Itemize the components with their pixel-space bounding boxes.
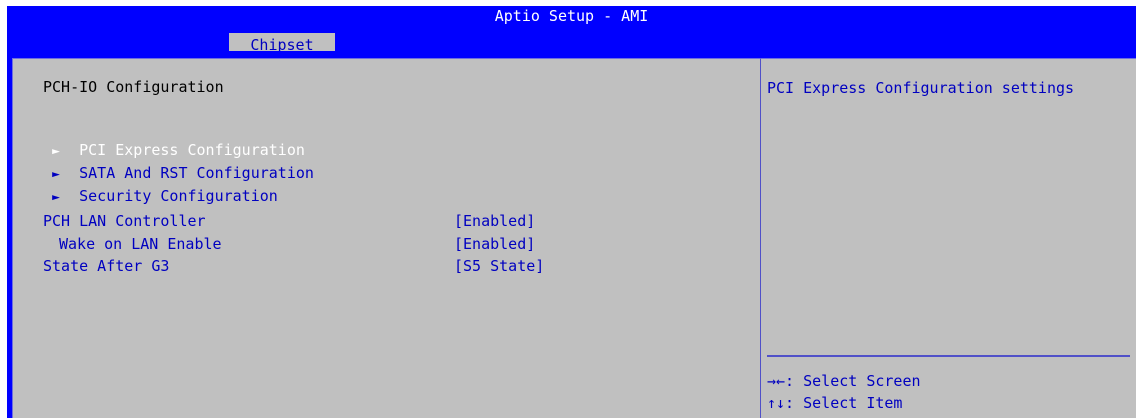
setting-label-state-after-g3: State After G3: [43, 257, 170, 275]
setting-value-wake-on-lan-enable[interactable]: [Enabled]: [454, 234, 535, 254]
app-title: Aptio Setup - AMI: [494, 7, 649, 25]
section-title: PCH-IO Configuration: [43, 78, 224, 96]
setting-value-pch-lan-controller[interactable]: [Enabled]: [454, 211, 535, 231]
setting-value-state-after-g3[interactable]: [S5 State]: [454, 256, 544, 276]
key-hint-select-screen: →←: Select Screen: [767, 372, 921, 390]
setting-label-wake-on-lan-enable: Wake on LAN Enable: [59, 235, 222, 253]
title-bar: Aptio Setup - AMI Chipset: [7, 6, 1136, 57]
help-text: PCI Express Configuration settings: [767, 79, 1075, 97]
settings-panel: PCH-IO Configuration ► PCI Express Config…: [12, 58, 761, 418]
key-hint-select-item: ↑↓: Select Item: [767, 394, 903, 412]
submenu-label: Security Configuration: [79, 187, 278, 205]
setting-label-pch-lan-controller: PCH LAN Controller: [43, 212, 206, 230]
help-divider: [767, 355, 1130, 357]
submenu-arrow-icon: ►: [52, 190, 60, 205]
help-panel: PCI Express Configuration settings →←: S…: [761, 58, 1136, 418]
